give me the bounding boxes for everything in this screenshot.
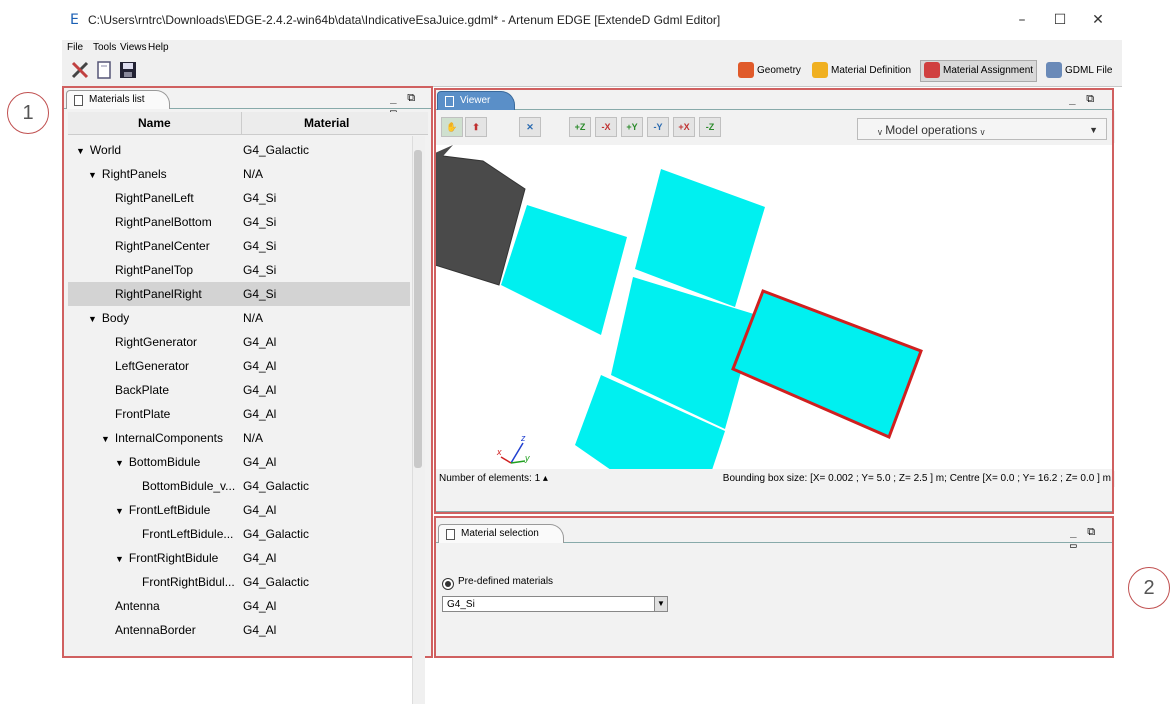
menu-bar: File Tools Views Help [62, 40, 1122, 56]
tree-row[interactable]: RightPanelTop G4_Si [68, 258, 410, 282]
perspective-material-definition[interactable]: Material Definition [812, 61, 911, 81]
panel-icon [445, 96, 454, 107]
tree-row[interactable]: BackPlate G4_Al [68, 378, 410, 402]
expand-icon[interactable]: ▼ [88, 314, 97, 324]
expand-icon[interactable]: ▼ [88, 170, 97, 180]
predefined-materials-radio[interactable] [442, 578, 454, 590]
app-logo: E [70, 12, 79, 28]
panel-icon [446, 529, 455, 540]
perspective-gdml-file[interactable]: GDML File [1046, 61, 1112, 81]
fit-view-button[interactable]: ✕ [519, 117, 541, 137]
close-button[interactable]: ✕ [1076, 6, 1120, 34]
panel-window-controls[interactable]: _ ⧉ ▭ [1070, 525, 1112, 552]
tree-row[interactable]: ▼ RightPanels N/A [68, 162, 410, 186]
material-definition-icon [812, 62, 828, 79]
view-minus-y-button[interactable]: -Y [647, 117, 669, 137]
predefined-materials-label: Pre-defined materials [458, 576, 554, 587]
perspective-geometry[interactable]: Geometry [738, 61, 801, 81]
window-title: C:\Users\rntrc\Downloads\EDGE-2.4.2-win6… [88, 13, 721, 27]
perspective-material-assignment[interactable]: Material Assignment [920, 60, 1038, 82]
chevron-down-icon: ▼ [1089, 125, 1098, 135]
tree-row[interactable]: BottomBidule_v... G4_Galactic [68, 474, 410, 498]
axis-y-label: y [524, 453, 530, 463]
view-plus-x-button[interactable]: +X [673, 117, 695, 137]
scrollbar-thumb[interactable] [414, 150, 422, 468]
tree-row[interactable]: FrontPlate G4_Al [68, 402, 410, 426]
tools-icon[interactable] [70, 60, 90, 80]
panel-right-selected[interactable] [731, 289, 923, 440]
axes-gizmo-icon: z x y [496, 433, 530, 464]
column-material[interactable]: Material [304, 116, 349, 130]
view-plus-y-button[interactable]: +Y [621, 117, 643, 137]
rotate-button[interactable]: ⬆ [465, 117, 487, 137]
axis-x-label: x [496, 447, 502, 457]
material-selection-tabstrip: Material selection _ ⧉ ▭ [436, 522, 1112, 552]
material-select[interactable]: G4_Si [442, 596, 668, 612]
expand-icon[interactable]: ▼ [115, 554, 124, 564]
menu-help[interactable]: Help [148, 42, 169, 53]
toolbar: Geometry Material Definition Material As… [62, 56, 1122, 87]
tab-viewer[interactable]: Viewer [437, 91, 516, 110]
save-icon[interactable] [118, 60, 138, 80]
tree-row[interactable]: ▼ Body N/A [68, 306, 410, 330]
tree-row[interactable]: FrontLeftBidule... G4_Galactic [68, 522, 410, 546]
menu-tools[interactable]: Tools [93, 42, 116, 53]
tree-row[interactable]: RightPanelBottom G4_Si [68, 210, 410, 234]
callout-2: 2 [1128, 567, 1170, 609]
open-file-icon[interactable] [94, 60, 114, 80]
element-count: Number of elements: 1 ▴ [439, 473, 548, 484]
expand-icon[interactable]: ▼ [115, 458, 124, 468]
tree-row[interactable]: Antenna G4_Al [68, 594, 410, 618]
menu-views[interactable]: Views [120, 42, 147, 53]
panel-icon [74, 95, 83, 106]
tree-row[interactable]: RightPanelCenter G4_Si [68, 234, 410, 258]
tree-row[interactable]: LeftGenerator G4_Al [68, 354, 410, 378]
tree-row-selected[interactable]: RightPanelRight G4_Si [68, 282, 410, 306]
title-bar: E C:\Users\rntrc\Downloads\EDGE-2.4.2-wi… [62, 0, 1122, 40]
menu-file[interactable]: File [67, 42, 83, 53]
material-selection-panel: Material selection _ ⧉ ▭ Pre-defined mat… [434, 516, 1114, 658]
view-minus-z-button[interactable]: -Z [699, 117, 721, 137]
callout-1: 1 [7, 92, 49, 134]
tree-row[interactable]: ▼ BottomBidule G4_Al [68, 450, 410, 474]
column-divider [241, 112, 242, 134]
viewer-status-bar: Number of elements: 1 ▴ Bounding box siz… [435, 471, 1115, 487]
tree-row[interactable]: RightPanelLeft G4_Si [68, 186, 410, 210]
tree-row[interactable]: ▼ InternalComponents N/A [68, 426, 410, 450]
tree-row[interactable]: ▼ World G4_Galactic [68, 138, 410, 162]
tree-row[interactable]: FrontRightBidul... G4_Galactic [68, 570, 410, 594]
gdml-file-icon [1046, 62, 1062, 79]
tree-header: Name Material [68, 112, 428, 135]
viewer-panel: Viewer _ ⧉ ▭ ✋ ⬆ ✕ +Z -X +Y -Y +X -Z ᵥ M… [434, 88, 1115, 512]
bounding-box-info: Bounding box size: [X= 0.002 ; Y= 5.0 ; … [722, 473, 1111, 484]
tree-row[interactable]: ▼ FrontRightBidule G4_Al [68, 546, 410, 570]
column-name[interactable]: Name [138, 116, 171, 130]
view-plus-z-button[interactable]: +Z [569, 117, 591, 137]
materials-list-panel: Materials list _ ⧉ ▭ Name Material ▼Worl… [62, 86, 433, 704]
chevron-down-icon[interactable]: ▼ [654, 597, 667, 611]
axis-z-label: z [520, 433, 526, 443]
material-assignment-icon [924, 62, 940, 79]
viewer-toolbar: ✋ ⬆ ✕ +Z -X +Y -Y +X -Z ᵥ Model operatio… [435, 111, 1115, 143]
materials-tabstrip: Materials list _ ⧉ ▭ [64, 88, 431, 118]
expand-icon[interactable]: ▼ [101, 434, 110, 444]
expand-icon[interactable]: ▼ [115, 506, 124, 516]
panel-left[interactable] [501, 205, 627, 335]
pan-button[interactable]: ✋ [441, 117, 463, 137]
view-minus-x-button[interactable]: -X [595, 117, 617, 137]
tree-row[interactable]: ▼ FrontLeftBidule G4_Al [68, 498, 410, 522]
tree-row[interactable]: RightGenerator G4_Al [68, 330, 410, 354]
3d-viewport[interactable]: z x y [435, 145, 1115, 469]
viewer-tabstrip: Viewer _ ⧉ ▭ [435, 89, 1113, 119]
tab-materials-list[interactable]: Materials list [66, 90, 170, 109]
tree-row[interactable]: AntennaBorder G4_Al [68, 618, 410, 642]
geometry-icon [738, 62, 754, 79]
expand-icon[interactable]: ▼ [76, 146, 85, 156]
model-operations-dropdown[interactable]: ᵥ Model operations ᵥ ▼ [857, 118, 1107, 140]
tab-material-selection[interactable]: Material selection [438, 524, 564, 543]
